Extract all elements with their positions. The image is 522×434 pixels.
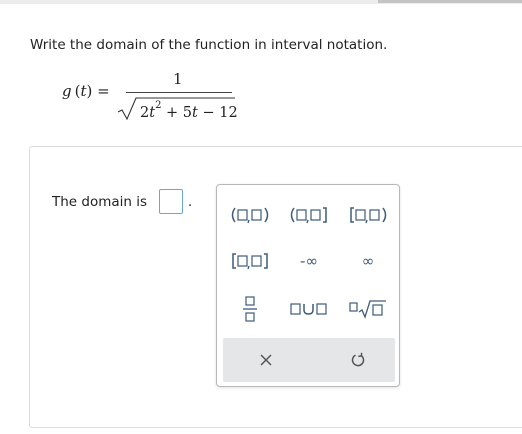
infinity-label: ∞ xyxy=(361,252,375,270)
negative-infinity-button[interactable]: -∞ xyxy=(284,248,334,274)
left-open-right-closed-interval-button[interactable] xyxy=(284,202,334,228)
domain-label: The domain is xyxy=(52,194,148,210)
fraction-bar xyxy=(126,92,232,93)
equals-sign: = xyxy=(97,82,110,100)
half-open-right-interval-icon xyxy=(350,207,387,224)
function-name: g xyxy=(62,82,72,100)
open-interval-icon xyxy=(231,207,269,224)
closed-interval-button[interactable] xyxy=(225,248,275,274)
undo-icon xyxy=(351,352,365,367)
union-icon xyxy=(290,303,327,315)
union-button[interactable] xyxy=(284,296,334,322)
closed-interval-icon xyxy=(232,253,268,270)
nth-root-button[interactable] xyxy=(343,296,393,322)
math-palette: -∞ ∞ xyxy=(216,184,400,387)
function-formula: g (t) = 1 2t2 + 5t − 12 xyxy=(62,68,242,124)
nth-root-icon xyxy=(349,300,386,319)
answer-input[interactable] xyxy=(159,189,183,214)
formula-denominator: 2t2 + 5t − 12 xyxy=(140,100,238,121)
half-open-left-interval-icon xyxy=(290,207,327,224)
fraction-icon xyxy=(243,296,257,322)
close-icon xyxy=(260,354,272,366)
answer-period: . xyxy=(188,195,193,210)
formula-lhs: g (t) = xyxy=(62,82,110,100)
top-progress-bar xyxy=(378,0,522,3)
formula-numerator: 1 xyxy=(173,70,183,88)
palette-action-bar xyxy=(223,338,395,382)
left-closed-right-open-interval-button[interactable] xyxy=(343,202,393,228)
clear-button[interactable] xyxy=(241,346,291,374)
infinity-button[interactable]: ∞ xyxy=(343,248,393,274)
open-interval-button[interactable] xyxy=(225,202,275,228)
fraction-button[interactable] xyxy=(225,296,275,322)
negative-infinity-label: -∞ xyxy=(300,252,318,270)
undo-button[interactable] xyxy=(333,346,383,374)
function-variable: t xyxy=(80,82,87,100)
question-instruction: Write the domain of the function in inte… xyxy=(30,37,388,53)
